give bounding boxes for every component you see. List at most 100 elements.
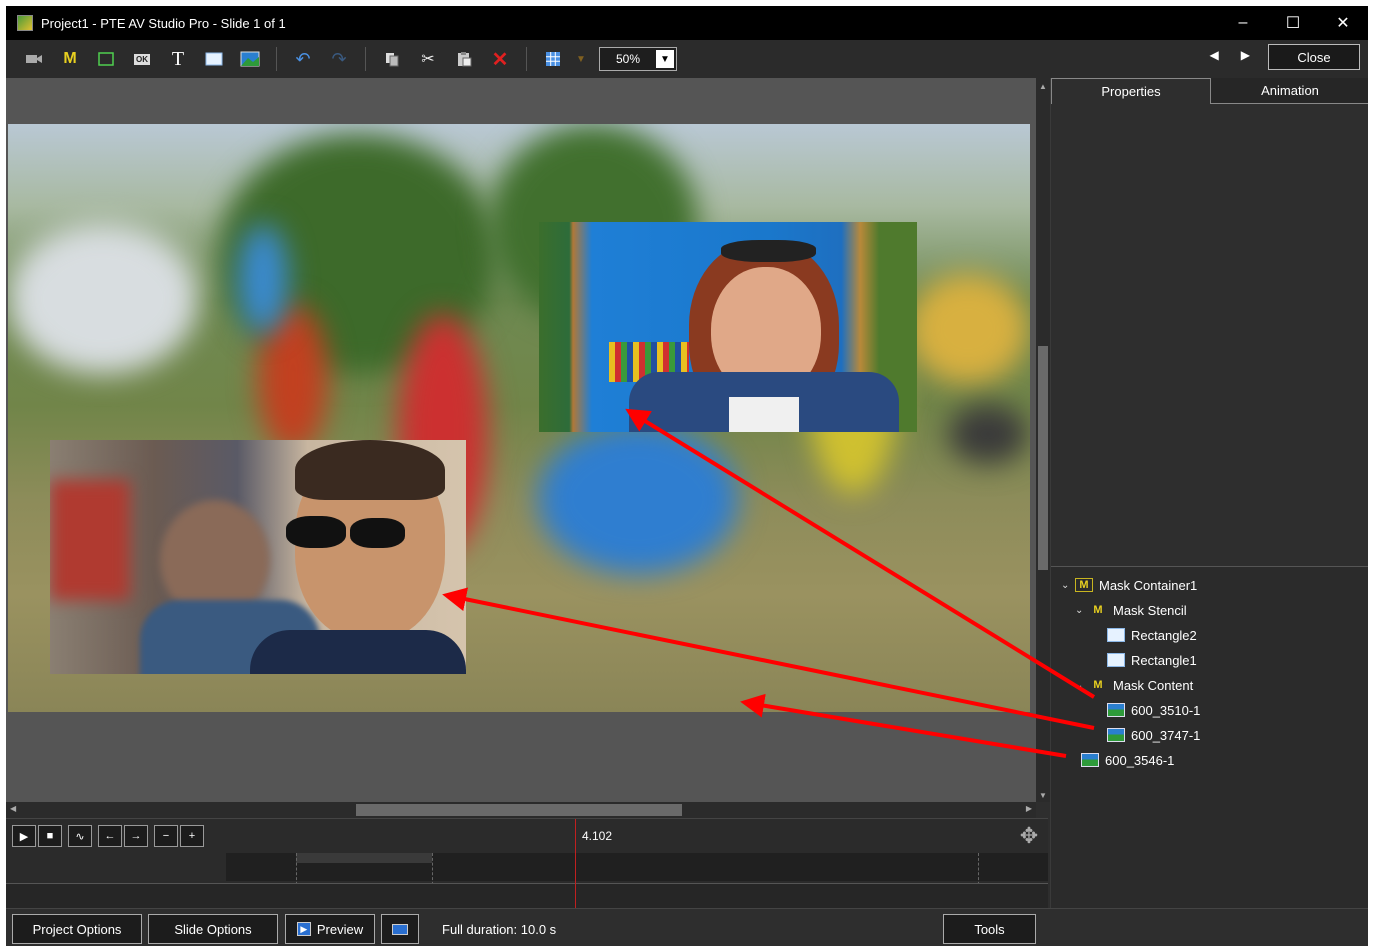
tree-node-label: 600_3510-1 bbox=[1131, 702, 1201, 718]
slide-nav: ◀ ▶ bbox=[1210, 48, 1250, 62]
photo-600_3747-1[interactable] bbox=[50, 440, 466, 674]
scroll-right-icon[interactable]: ▶ bbox=[1026, 804, 1032, 813]
image-icon bbox=[1107, 728, 1125, 742]
image-icon bbox=[1107, 703, 1125, 717]
mask-icon[interactable]: M bbox=[52, 44, 88, 74]
tree-node-mask-stencil[interactable]: ⌄ M Mask Stencil bbox=[1075, 599, 1187, 621]
tree-node-600_3510-1[interactable]: 600_3510-1 bbox=[1107, 699, 1200, 721]
scroll-left-icon[interactable]: ◀ bbox=[10, 804, 16, 813]
zoom-out-icon[interactable]: − bbox=[154, 825, 178, 847]
slide-canvas[interactable] bbox=[6, 78, 1036, 802]
background-image-600_3546-1[interactable] bbox=[8, 124, 1030, 712]
timeline: ▶ ■ ∿ ← → − + 4.102 ✥ bbox=[6, 818, 1048, 909]
cut-icon[interactable]: ✂ bbox=[410, 44, 446, 74]
tab-animation[interactable]: Animation bbox=[1211, 78, 1368, 104]
app-window: Project1 - PTE AV Studio Pro - Slide 1 o… bbox=[6, 6, 1368, 946]
timeline-time: 4.102 bbox=[582, 829, 613, 843]
shirt-shape bbox=[729, 397, 799, 432]
horizontal-scroll-thumb[interactable] bbox=[356, 804, 682, 816]
undo-icon[interactable]: ↶ bbox=[285, 44, 321, 74]
maximize-button[interactable]: ☐ bbox=[1268, 6, 1318, 40]
vertical-scroll-thumb[interactable] bbox=[1038, 346, 1048, 570]
preview-button[interactable]: ▶ Preview bbox=[285, 914, 375, 944]
timeline-cursor[interactable] bbox=[575, 819, 576, 909]
arrow-left-icon[interactable]: ← bbox=[98, 825, 122, 847]
horizontal-scrollbar[interactable]: ◀ ▶ bbox=[6, 802, 1036, 818]
app-icon bbox=[17, 15, 33, 31]
tree-node-600_3546-1[interactable]: 600_3546-1 bbox=[1081, 749, 1174, 771]
button-icon[interactable]: OK bbox=[124, 44, 160, 74]
tree-node-rectangle2[interactable]: Rectangle2 bbox=[1107, 624, 1197, 646]
waveform-icon[interactable]: ∿ bbox=[68, 825, 92, 847]
timeline-track[interactable] bbox=[226, 853, 1048, 909]
grid-dropdown-icon[interactable]: ▼ bbox=[571, 44, 591, 74]
window-title: Project1 - PTE AV Studio Pro - Slide 1 o… bbox=[41, 15, 286, 31]
redo-icon[interactable]: ↷ bbox=[321, 44, 357, 74]
chevron-down-icon[interactable]: ⌄ bbox=[1075, 605, 1089, 616]
tree-node-label: Rectangle1 bbox=[1131, 652, 1197, 668]
image-icon[interactable] bbox=[232, 44, 268, 74]
paste-icon[interactable] bbox=[446, 44, 482, 74]
tree-node-mask-content[interactable]: ⌄ M Mask Content bbox=[1075, 674, 1193, 696]
figure-blob bbox=[238, 224, 288, 334]
chevron-down-icon[interactable]: ▼ bbox=[656, 50, 674, 68]
play-icon[interactable]: ▶ bbox=[12, 825, 36, 847]
project-options-button[interactable]: Project Options bbox=[12, 914, 142, 944]
minimize-button[interactable]: – bbox=[1218, 6, 1268, 40]
chevron-down-icon[interactable]: ⌄ bbox=[1061, 580, 1075, 591]
tools-button[interactable]: Tools bbox=[943, 914, 1036, 944]
sunglasses-on-head-shape bbox=[721, 240, 816, 262]
mask-tool-label: M bbox=[63, 50, 77, 67]
button-tool-label: OK bbox=[134, 53, 150, 65]
mask-stencil-icon: M bbox=[1093, 604, 1103, 616]
bottom-bar: Project Options Slide Options ▶ Preview … bbox=[6, 908, 1368, 946]
camera-icon[interactable] bbox=[16, 44, 52, 74]
previous-slide-icon[interactable]: ◀ bbox=[1210, 48, 1219, 62]
properties-body bbox=[1051, 104, 1368, 564]
slide-options-button[interactable]: Slide Options bbox=[148, 914, 278, 944]
hair-shape bbox=[295, 440, 445, 500]
mask-container-icon: M bbox=[1075, 578, 1093, 592]
text-icon[interactable]: T bbox=[160, 44, 196, 74]
screen-button[interactable] bbox=[381, 914, 419, 944]
shirt-shape bbox=[250, 630, 466, 674]
delete-icon[interactable]: ✕ bbox=[482, 44, 518, 74]
image-icon bbox=[1081, 753, 1099, 767]
photo-600_3510-1[interactable] bbox=[539, 222, 917, 432]
close-button[interactable]: Close bbox=[1268, 44, 1360, 70]
stop-icon[interactable]: ■ bbox=[38, 825, 62, 847]
tree-node-label: Rectangle2 bbox=[1131, 627, 1197, 643]
zoom-select[interactable]: 50% ▼ bbox=[599, 47, 677, 71]
audio-track[interactable] bbox=[6, 883, 1048, 909]
copy-icon[interactable] bbox=[374, 44, 410, 74]
frame-icon[interactable] bbox=[88, 44, 124, 74]
timeline-block[interactable] bbox=[296, 853, 432, 863]
rectangle-icon bbox=[1107, 653, 1125, 667]
blue-letter-blob bbox=[538, 424, 738, 574]
tree-node-rectangle1[interactable]: Rectangle1 bbox=[1107, 649, 1197, 671]
tab-properties[interactable]: Properties bbox=[1051, 78, 1211, 104]
mask-content-icon: M bbox=[1093, 679, 1103, 691]
panel-tabs: Properties Animation bbox=[1051, 78, 1368, 104]
scroll-down-icon[interactable]: ▼ bbox=[1039, 791, 1047, 800]
toolbar: M OK T ↶ ↷ ✂ ✕ ▼ 50% ▼ ◀ ▶ Close bbox=[6, 40, 1368, 78]
next-slide-icon[interactable]: ▶ bbox=[1241, 48, 1250, 62]
red-blob bbox=[50, 480, 130, 600]
move-icon[interactable]: ✥ bbox=[1014, 823, 1044, 853]
tree-node-label: 600_3747-1 bbox=[1131, 727, 1201, 743]
tree-node-label: Mask Container1 bbox=[1099, 577, 1198, 593]
scroll-up-icon[interactable]: ▲ bbox=[1039, 82, 1047, 91]
tree-node-mask-container[interactable]: ⌄ M Mask Container1 bbox=[1061, 574, 1197, 596]
tree-node-600_3747-1[interactable]: 600_3747-1 bbox=[1107, 724, 1200, 746]
grid-icon[interactable] bbox=[535, 44, 571, 74]
zoom-in-icon[interactable]: + bbox=[180, 825, 204, 847]
toolbar-separator bbox=[365, 47, 366, 71]
close-window-button[interactable]: ✕ bbox=[1318, 6, 1368, 40]
arrow-right-icon[interactable]: → bbox=[124, 825, 148, 847]
rectangle-icon[interactable] bbox=[196, 44, 232, 74]
vertical-scrollbar[interactable]: ▲ ▼ bbox=[1036, 78, 1050, 802]
zoom-value: 50% bbox=[615, 52, 641, 66]
preview-icon: ▶ bbox=[296, 922, 311, 936]
chevron-down-icon[interactable]: ⌄ bbox=[1075, 680, 1089, 691]
window-controls: – ☐ ✕ bbox=[1218, 6, 1368, 40]
